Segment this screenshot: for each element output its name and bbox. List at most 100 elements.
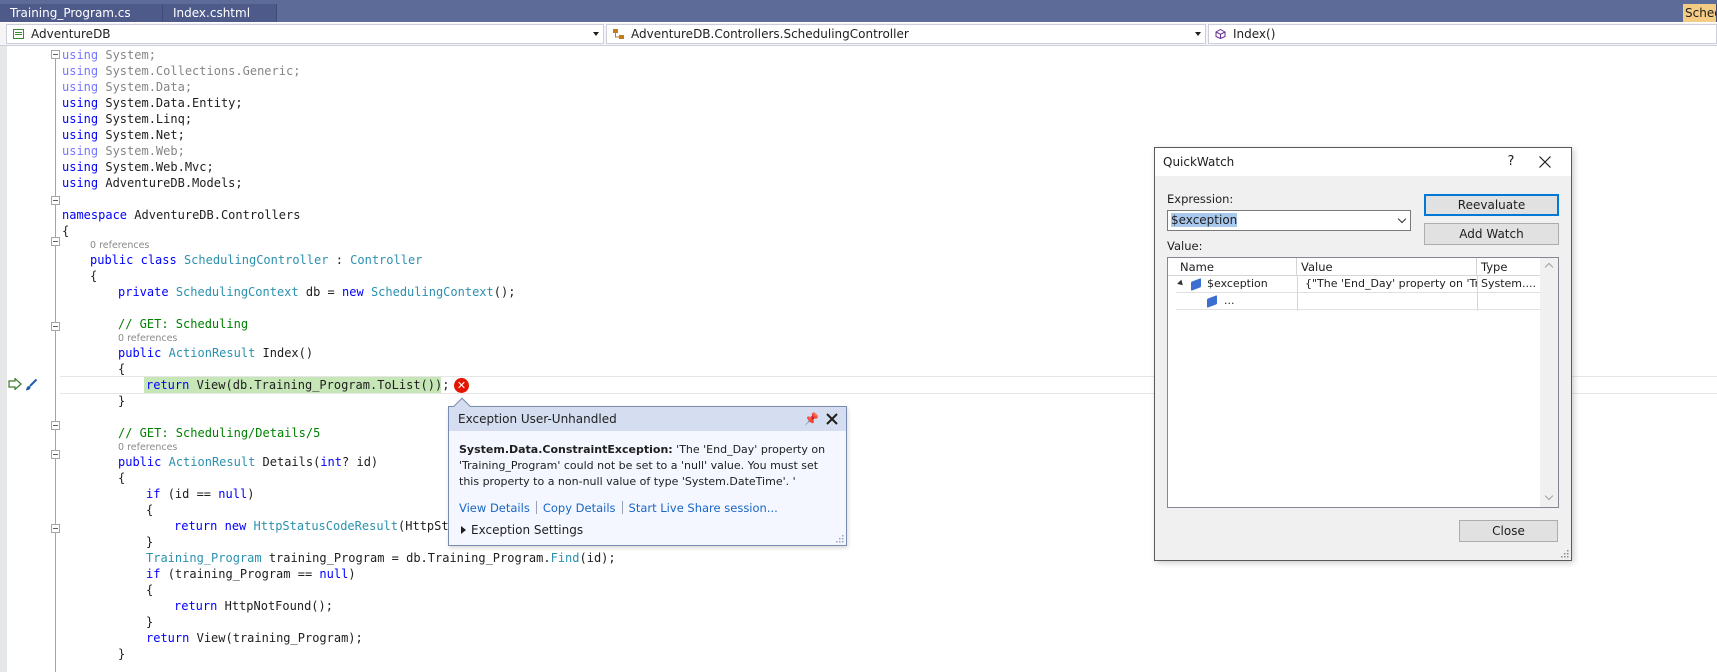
code-line: { (62, 224, 70, 238)
chevron-down-icon[interactable] (1397, 214, 1407, 224)
chevron-down-icon (593, 32, 599, 36)
code-line: return View(training_Program); (146, 631, 363, 645)
code-line: return new HttpStatusCodeResult(HttpSta (174, 519, 456, 533)
chevron-down-icon (1195, 32, 1201, 36)
code-line: { (118, 471, 126, 485)
navigation-bar: AdventureDB AdventureDB.Controllers.Sche… (0, 23, 1717, 46)
code-line: if (training_Program == null) (146, 567, 356, 581)
watch-row-name: ... (1224, 294, 1235, 307)
code-line: using System.Web.Mvc; (62, 160, 214, 174)
copy-details-link[interactable]: Copy Details (543, 501, 616, 515)
column-header-type[interactable]: Type (1477, 258, 1540, 276)
collapse-toggle[interactable] (51, 450, 60, 459)
brush-icon[interactable] (24, 378, 38, 392)
breakpoint-arrow-icon[interactable] (8, 378, 22, 390)
code-comment: // GET: Scheduling (118, 317, 249, 331)
collapse-toggle[interactable] (51, 322, 60, 331)
expand-arrow-icon (461, 526, 466, 534)
codelens-references[interactable]: 0 references (118, 333, 177, 344)
code-line: return HttpNotFound(); (174, 599, 333, 613)
collapse-toggle[interactable] (51, 524, 60, 533)
column-header-name[interactable]: Name (1176, 258, 1297, 276)
watch-row-type: System.... (1481, 277, 1537, 290)
project-dropdown[interactable]: AdventureDB (6, 24, 604, 44)
code-line: public ActionResult Index() (118, 346, 314, 360)
resize-grip-icon[interactable] (1561, 550, 1569, 558)
quickwatch-dialog: QuickWatch ? Expression: $exception Reev… (1154, 147, 1572, 561)
collapse-toggle[interactable] (51, 50, 60, 59)
exception-settings-label: Exception Settings (471, 523, 584, 537)
exception-helper-popup: Exception User-Unhandled 📌 System.Data.C… (448, 397, 847, 546)
code-line: using System.Linq; (62, 112, 193, 126)
expression-value: $exception (1171, 213, 1238, 227)
code-line: Training_Program training_Program = db.T… (146, 551, 616, 565)
code-line: { (118, 362, 126, 376)
method-icon (1215, 29, 1226, 39)
vertical-scrollbar[interactable] (1540, 258, 1558, 507)
link-separator (535, 501, 537, 514)
current-statement: return View(db.Training_Program.ToList()… (146, 378, 450, 392)
link-separator (621, 501, 623, 514)
code-line: private SchedulingContext db = new Sched… (118, 285, 516, 299)
collapse-toggle[interactable] (51, 421, 60, 430)
code-line: { (90, 269, 98, 283)
code-line: } (118, 647, 126, 661)
close-icon[interactable] (1537, 154, 1553, 170)
code-line: namespace AdventureDB.Controllers (62, 208, 301, 222)
expression-label: Expression: (1167, 192, 1234, 206)
code-line: } (146, 615, 154, 629)
exception-settings-expander[interactable]: Exception Settings (461, 522, 583, 538)
code-line: using System.Web; (62, 144, 185, 158)
code-line: if (id == null) (146, 487, 255, 501)
class-dropdown[interactable]: AdventureDB.Controllers.SchedulingContro… (606, 24, 1206, 44)
tab-training-program-cs[interactable]: Training_Program.cs (0, 4, 163, 22)
member-name: Index() (1233, 27, 1276, 41)
grid-header: Name Value Type (1168, 258, 1540, 276)
help-icon[interactable]: ? (1499, 148, 1523, 176)
code-line: using System; (62, 48, 156, 62)
code-line: using System.Collections.Generic; (62, 64, 301, 78)
code-comment: // GET: Scheduling/Details/5 (118, 426, 321, 440)
collapse-toggle[interactable] (51, 196, 60, 205)
watch-grid[interactable]: Name Value Type $exception {"The 'End_Da… (1167, 257, 1559, 508)
tab-scheduling-controller[interactable]: Schedu (1683, 4, 1717, 22)
view-details-link[interactable]: View Details (459, 501, 530, 515)
exception-message: System.Data.ConstraintException: 'The 'E… (459, 442, 837, 490)
document-tab-bar: Training_Program.cs Index.cshtml Schedu (0, 0, 1717, 22)
pin-icon[interactable]: 📌 (804, 411, 819, 427)
watch-row[interactable]: ... (1176, 293, 1540, 310)
exception-title: Exception User-Unhandled (458, 412, 617, 426)
object-icon (1207, 295, 1217, 308)
collapse-toggle[interactable] (51, 237, 60, 246)
object-icon (1191, 278, 1201, 291)
reevaluate-button[interactable]: Reevaluate (1424, 194, 1559, 216)
expression-input[interactable]: $exception (1167, 210, 1411, 231)
scroll-up-icon[interactable] (1544, 262, 1554, 272)
watch-row-name: $exception (1207, 277, 1268, 290)
code-line: using System.Net; (62, 128, 185, 142)
member-dropdown[interactable]: Index() (1208, 24, 1717, 44)
close-button[interactable]: Close (1459, 520, 1558, 542)
scroll-down-icon[interactable] (1544, 491, 1554, 501)
watch-row[interactable]: $exception {"The 'End_Day' property on '… (1176, 276, 1540, 293)
codelens-references[interactable]: 0 references (118, 442, 177, 453)
add-watch-button[interactable]: Add Watch (1424, 223, 1559, 245)
code-line: } (146, 535, 154, 549)
tab-index-cshtml[interactable]: Index.cshtml (163, 4, 277, 22)
code-line: { (146, 503, 154, 517)
error-icon[interactable]: ✕ (454, 378, 469, 393)
column-header-value[interactable]: Value (1297, 258, 1477, 276)
exception-header: Exception User-Unhandled (449, 407, 846, 431)
selection-margin (0, 46, 7, 672)
code-line: using System.Data.Entity; (62, 96, 243, 110)
resize-grip-icon[interactable] (836, 535, 844, 543)
project-name: AdventureDB (31, 27, 111, 41)
close-icon[interactable] (824, 411, 840, 427)
watch-row-value[interactable]: {"The 'End_Day' property on 'Tr... (1301, 276, 1477, 292)
project-icon (13, 29, 24, 39)
class-name: AdventureDB.Controllers.SchedulingContro… (631, 27, 909, 41)
code-line: using System.Data; (62, 80, 193, 94)
codelens-references[interactable]: 0 references (90, 240, 149, 251)
expand-arrow-icon[interactable] (1177, 279, 1185, 288)
live-share-link[interactable]: Start Live Share session... (629, 501, 778, 515)
